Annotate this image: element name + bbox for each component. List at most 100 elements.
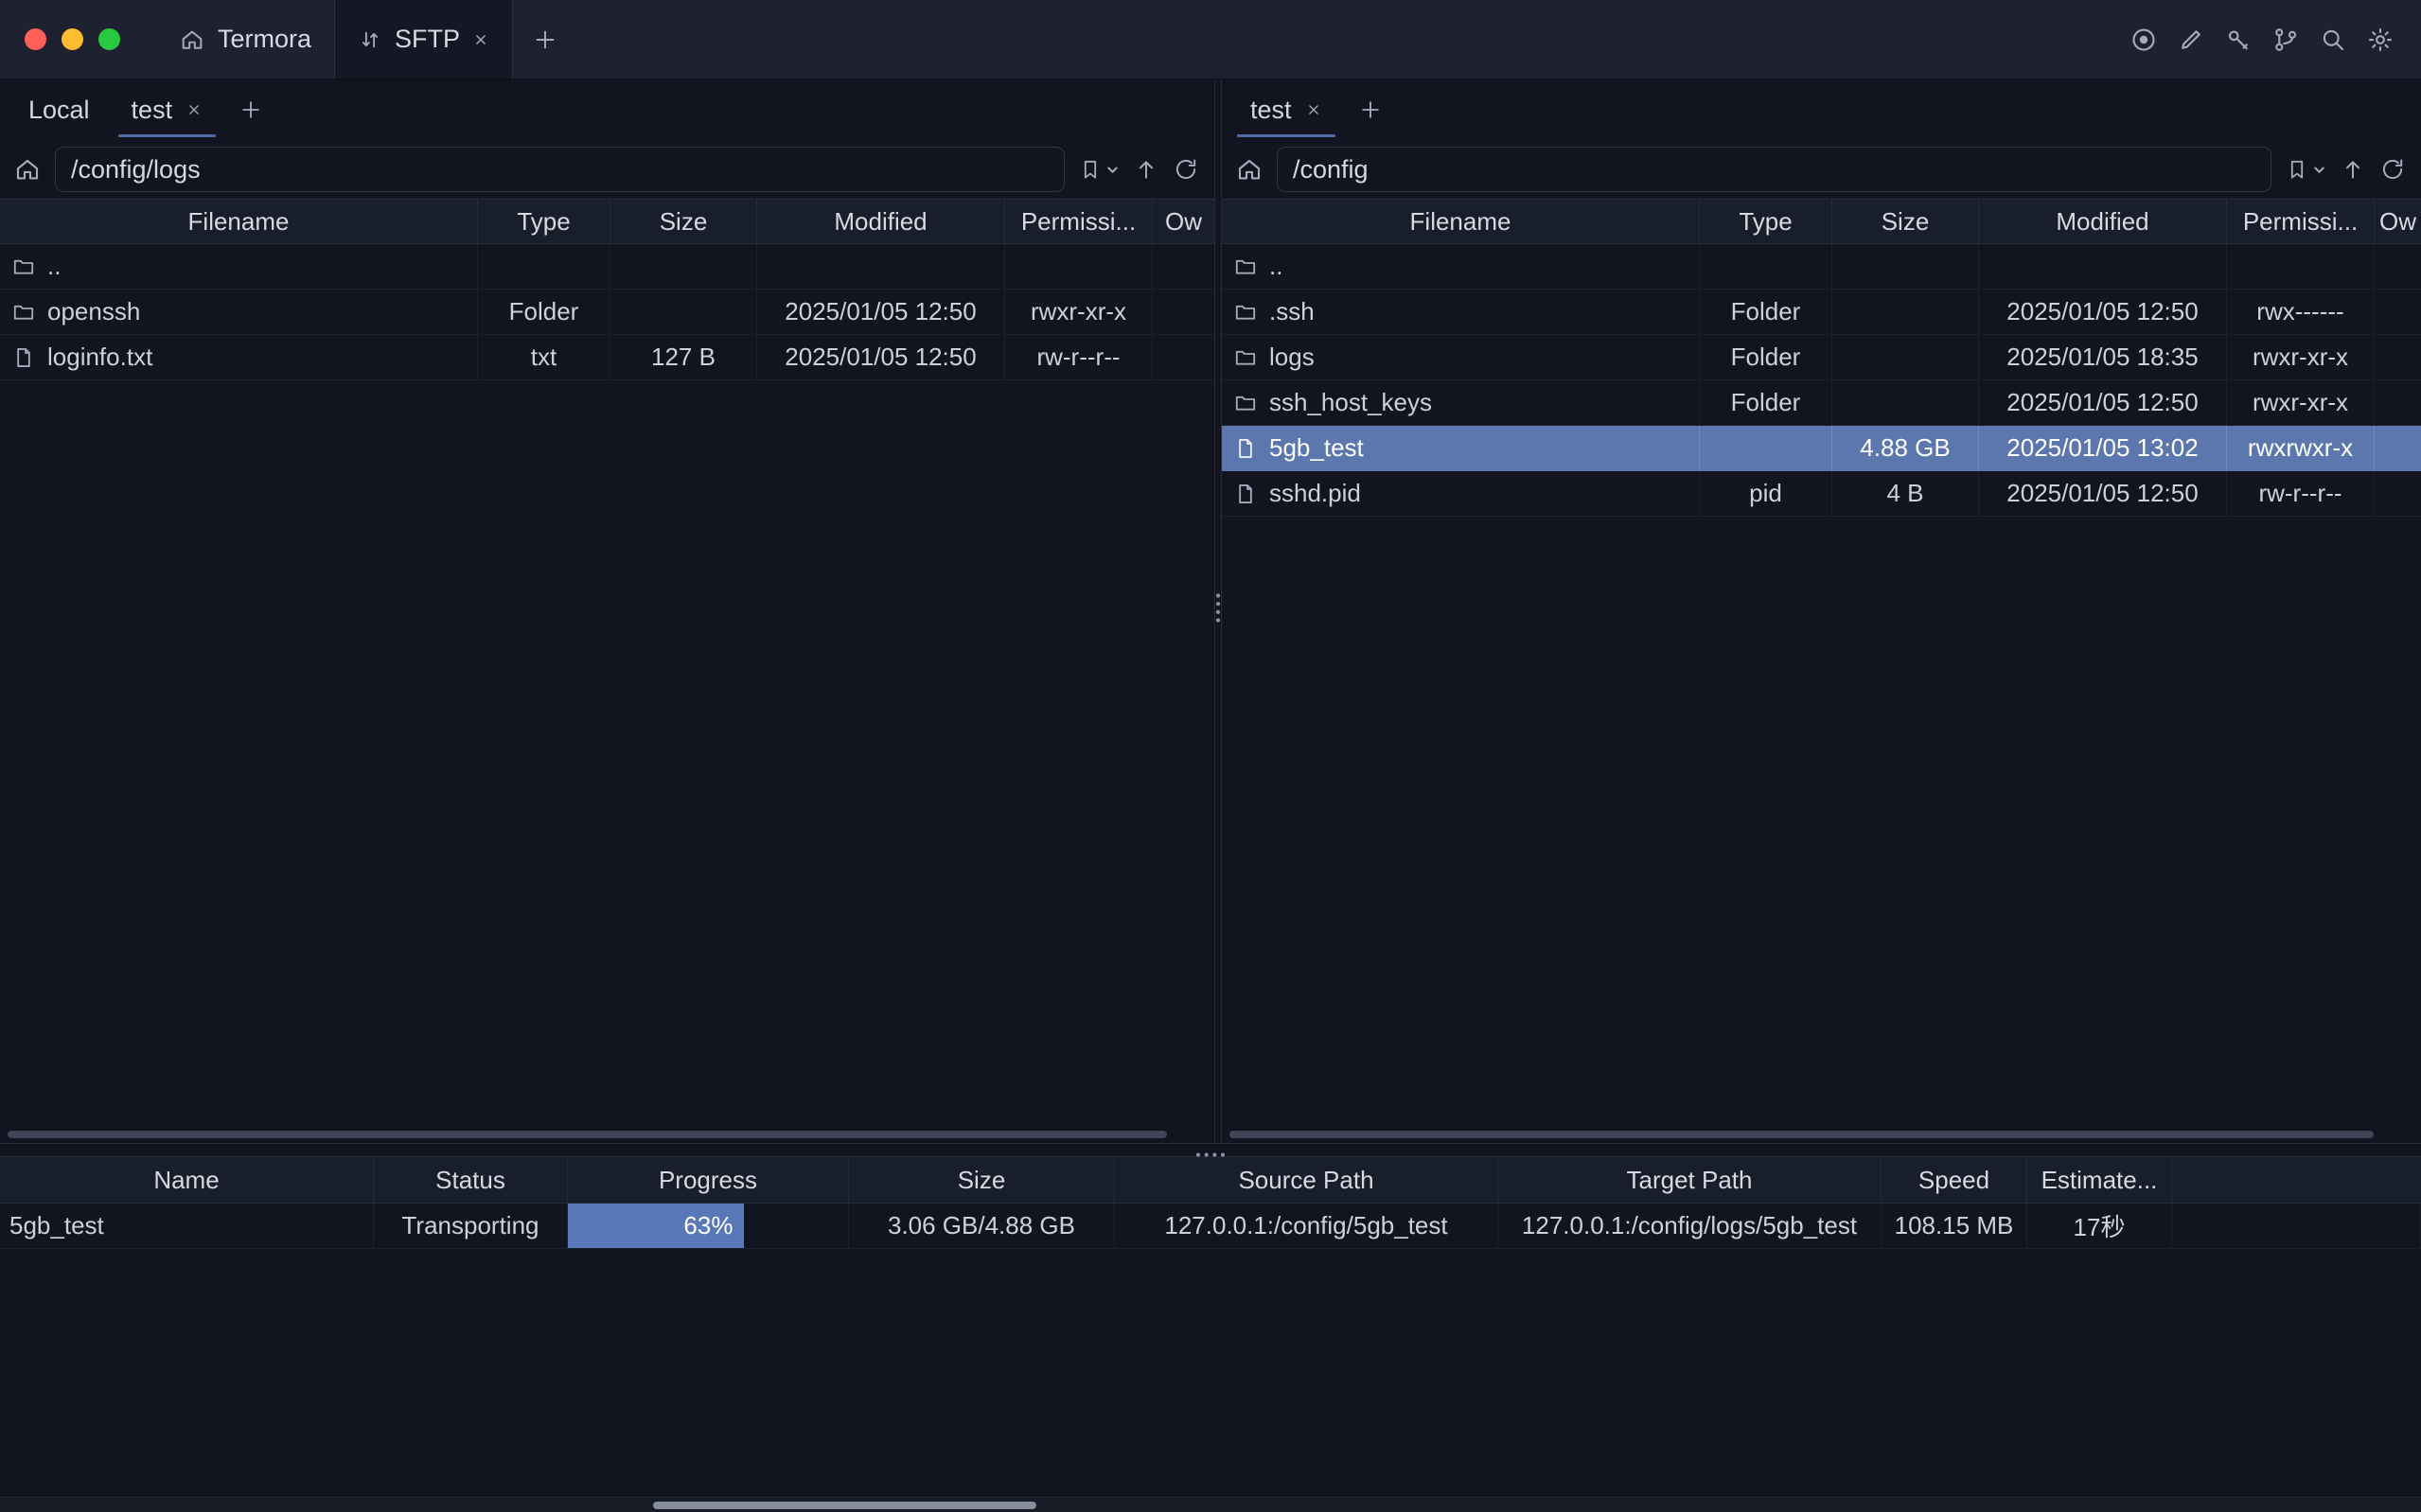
- bookmark-icon[interactable]: [1078, 157, 1103, 182]
- status-cell: Transporting: [374, 1204, 568, 1248]
- filename-cell: ssh_host_keys: [1222, 380, 1700, 425]
- transfer-row[interactable]: 5gb_testTransporting63%3.06 GB/4.88 GB12…: [0, 1204, 2421, 1249]
- file-panes: Local test: [0, 79, 2421, 1143]
- new-tab-button[interactable]: [513, 0, 577, 79]
- column-header[interactable]: Permissi...: [2227, 200, 2375, 243]
- type-cell: txt: [478, 335, 610, 379]
- column-header[interactable]: Size: [849, 1157, 1115, 1203]
- record-icon[interactable]: [2129, 26, 2158, 54]
- size-cell: 4 B: [1832, 471, 1979, 516]
- filename-cell: sshd.pid: [1222, 471, 1700, 516]
- close-icon[interactable]: [1305, 101, 1322, 118]
- tab-label: Termora: [218, 25, 311, 54]
- refresh-icon[interactable]: [1173, 156, 1199, 183]
- column-header[interactable]: Estimate...: [2027, 1157, 2172, 1203]
- titlebar-tabs: Termora SFTP: [156, 0, 577, 79]
- owner-cell: [2375, 244, 2421, 289]
- column-header[interactable]: Size: [1832, 200, 1979, 243]
- pane-tab-label: Local: [28, 96, 90, 125]
- close-icon[interactable]: [186, 101, 203, 118]
- table-header: FilenameTypeSizeModifiedPermissi...Ow: [0, 199, 1214, 244]
- column-header[interactable]: Filename: [1222, 200, 1700, 243]
- tab-termora[interactable]: Termora: [156, 0, 334, 79]
- edit-icon[interactable]: [2177, 26, 2205, 54]
- horizontal-scrollbar-thumb[interactable]: [8, 1131, 1167, 1138]
- column-header[interactable]: Target Path: [1498, 1157, 1882, 1203]
- traffic-lights: [0, 0, 149, 79]
- vertical-splitter[interactable]: [1214, 79, 1222, 1143]
- close-window-button[interactable]: [25, 28, 46, 50]
- file-row[interactable]: logsFolder2025/01/05 18:35rwxr-xr-x: [1222, 335, 2421, 380]
- type-cell: Folder: [1700, 290, 1832, 334]
- fullscreen-window-button[interactable]: [98, 28, 120, 50]
- pane-tab-test[interactable]: test: [111, 79, 224, 140]
- new-pane-tab-button[interactable]: [1343, 79, 1398, 140]
- branch-icon[interactable]: [2271, 26, 2300, 54]
- column-header[interactable]: Speed: [1882, 1157, 2027, 1203]
- estimate-cell: 17秒: [2027, 1204, 2172, 1248]
- close-icon[interactable]: [472, 31, 489, 48]
- column-header[interactable]: Progress: [568, 1157, 849, 1203]
- minimize-window-button[interactable]: [62, 28, 83, 50]
- horizontal-splitter[interactable]: [0, 1143, 2421, 1156]
- owner-cell: [2375, 471, 2421, 516]
- table-body: ...sshFolder2025/01/05 12:50rwx------log…: [1222, 244, 2421, 1143]
- home-icon[interactable]: [1235, 155, 1264, 184]
- tab-sftp[interactable]: SFTP: [334, 0, 513, 79]
- refresh-icon[interactable]: [2379, 156, 2406, 183]
- modified-cell: 2025/01/05 18:35: [1979, 335, 2227, 379]
- type-cell: [1700, 244, 1832, 289]
- column-header[interactable]: Type: [478, 200, 610, 243]
- file-row[interactable]: loginfo.txttxt127 B2025/01/05 12:50rw-r-…: [0, 335, 1214, 380]
- parent-directory-icon[interactable]: [2340, 156, 2366, 183]
- column-header[interactable]: Modified: [1979, 200, 2227, 243]
- horizontal-scrollbar-thumb[interactable]: [1229, 1131, 2374, 1138]
- folder-icon: [1233, 345, 1258, 370]
- search-icon[interactable]: [2319, 26, 2347, 54]
- file-row[interactable]: ..: [0, 244, 1214, 290]
- bottom-scrollbar-thumb[interactable]: [653, 1502, 1036, 1509]
- file-row[interactable]: sshd.pidpid4 B2025/01/05 12:50rw-r--r--: [1222, 471, 2421, 517]
- file-row[interactable]: opensshFolder2025/01/05 12:50rwxr-xr-x: [0, 290, 1214, 335]
- column-header[interactable]: Ow: [1153, 200, 1214, 243]
- file-icon: [1233, 436, 1258, 461]
- path-input[interactable]: [55, 147, 1065, 192]
- settings-icon[interactable]: [2366, 26, 2394, 54]
- column-header[interactable]: Source Path: [1115, 1157, 1498, 1203]
- remote-pathbar: [1222, 140, 2421, 199]
- file-row[interactable]: ..: [1222, 244, 2421, 290]
- file-row[interactable]: ssh_host_keysFolder2025/01/05 12:50rwxr-…: [1222, 380, 2421, 426]
- home-icon: [179, 26, 205, 53]
- column-header[interactable]: Type: [1700, 200, 1832, 243]
- type-cell: pid: [1700, 471, 1832, 516]
- bookmark-icon[interactable]: [2285, 157, 2309, 182]
- filename-cell: logs: [1222, 335, 1700, 379]
- chevron-down-icon[interactable]: [2312, 163, 2326, 177]
- file-row[interactable]: .sshFolder2025/01/05 12:50rwx------: [1222, 290, 2421, 335]
- column-header[interactable]: Filename: [0, 200, 478, 243]
- column-header[interactable]: Modified: [757, 200, 1005, 243]
- home-icon[interactable]: [13, 155, 42, 184]
- permissions-cell: rwxrwxr-x: [2227, 426, 2375, 470]
- column-header[interactable]: Status: [374, 1157, 568, 1203]
- size-cell: 127 B: [610, 335, 757, 379]
- progress-bar: 63%: [568, 1204, 744, 1248]
- new-pane-tab-button[interactable]: [223, 79, 278, 140]
- parent-directory-icon[interactable]: [1133, 156, 1159, 183]
- name-cell: 5gb_test: [0, 1204, 374, 1248]
- key-icon[interactable]: [2224, 26, 2253, 54]
- path-input[interactable]: [1277, 147, 2271, 192]
- column-header[interactable]: Size: [610, 200, 757, 243]
- modified-cell: 2025/01/05 12:50: [757, 335, 1005, 379]
- column-header[interactable]: Permissi...: [1005, 200, 1153, 243]
- permissions-cell: [2227, 244, 2375, 289]
- bookmark-group: [2285, 157, 2326, 182]
- pane-tab-test[interactable]: test: [1229, 79, 1343, 140]
- column-header[interactable]: Ow: [2375, 200, 2421, 243]
- chevron-down-icon[interactable]: [1105, 163, 1120, 177]
- pane-tab-local[interactable]: Local: [8, 79, 111, 140]
- titlebar: Termora SFTP: [0, 0, 2421, 79]
- column-header[interactable]: Name: [0, 1157, 374, 1203]
- source-path-cell: 127.0.0.1:/config/5gb_test: [1115, 1204, 1498, 1248]
- file-row[interactable]: 5gb_test4.88 GB2025/01/05 13:02rwxrwxr-x: [1222, 426, 2421, 471]
